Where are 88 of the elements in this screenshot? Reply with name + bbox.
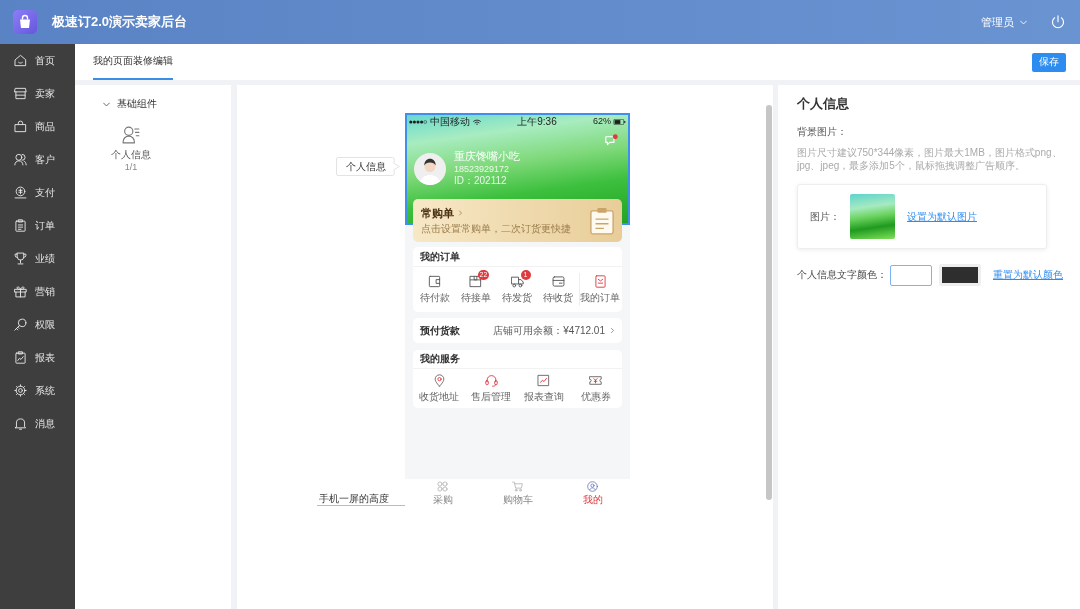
chart-clipboard-icon xyxy=(14,351,27,364)
reset-color-link[interactable]: 重置为默认颜色 xyxy=(993,269,1063,281)
component-name: 个人信息 xyxy=(111,149,151,161)
sidebar-item[interactable]: 客户 xyxy=(0,143,75,176)
sidebar-item[interactable]: 报表 xyxy=(0,341,75,374)
field-label: 图片： xyxy=(810,210,840,223)
color-swatch[interactable] xyxy=(939,264,981,286)
sidebar-item[interactable]: 卖家 xyxy=(0,77,75,110)
component-count: 1/1 xyxy=(124,162,138,173)
shopping-bag-icon xyxy=(14,120,27,133)
bell-icon xyxy=(14,417,27,430)
power-icon[interactable] xyxy=(1051,15,1065,29)
hint-text: 图片尺寸建议750*344像素，图片最大1MB，图片格式png、jpg、jpeg，最多添加5个，鼠标拖拽调整广告顺序。 xyxy=(797,146,1063,172)
sidebar-item[interactable]: 支付 xyxy=(0,176,75,209)
component-label: 个人信息 xyxy=(336,157,400,176)
headset-icon xyxy=(484,374,498,387)
prepaid-card[interactable]: 预付货款 店铺可用余额：¥4712.01 xyxy=(413,318,622,343)
sidebar-item[interactable]: 商品 xyxy=(0,110,75,143)
chat-icon[interactable] xyxy=(605,134,618,147)
field-label: 背景图片： xyxy=(797,126,848,138)
shop-icon xyxy=(14,87,27,100)
avatar-icon xyxy=(414,152,446,185)
sidebar-item[interactable]: 消息 xyxy=(0,407,75,440)
people-icon xyxy=(14,153,27,166)
grid-icon xyxy=(437,480,448,492)
battery-icon xyxy=(613,118,626,125)
service-item[interactable]: 优惠券 xyxy=(569,374,622,403)
panel-title: 个人信息 xyxy=(797,96,850,112)
card-title: 我的订单 xyxy=(420,250,460,263)
field-label: 个人信息文字颜色： xyxy=(797,269,887,281)
image-thumbnail[interactable] xyxy=(850,194,895,239)
logo-icon xyxy=(13,10,37,34)
battery-percent: 62% xyxy=(592,116,611,127)
app-title: 极速订2.0演示卖家后台 xyxy=(52,14,188,30)
order-status-item[interactable]: 待收货 xyxy=(537,267,579,312)
shop-id: ID：202112 xyxy=(454,175,508,187)
all-orders-item[interactable]: 我的订单 xyxy=(578,273,621,306)
sidebar-item[interactable]: 营销 xyxy=(0,275,75,308)
coin-icon xyxy=(14,186,27,199)
carrier-name: 中国移动 xyxy=(430,115,470,128)
user-list-icon xyxy=(121,126,141,144)
chart-icon xyxy=(537,374,551,387)
nav-tab[interactable]: 采购 xyxy=(405,479,480,506)
nav-tab[interactable]: 我的 xyxy=(555,479,630,506)
clipboard-icon xyxy=(590,205,614,236)
chevron-down-icon xyxy=(1020,18,1027,26)
service-item[interactable]: 售后管理 xyxy=(465,374,518,403)
cart-icon xyxy=(512,480,523,492)
sidebar-item[interactable]: 业绩 xyxy=(0,242,75,275)
color-input-field[interactable] xyxy=(890,264,932,286)
location-pin-icon xyxy=(432,374,446,387)
sidebar-item[interactable]: 订单 xyxy=(0,209,75,242)
trophy-icon xyxy=(14,252,27,265)
settings-icon xyxy=(14,384,27,397)
service-item[interactable]: 收货地址 xyxy=(413,374,466,403)
group-header[interactable]: 基础组件 xyxy=(103,98,157,110)
component-item[interactable]: 个人信息 1/1 xyxy=(103,126,159,173)
card-title: 预付货款 xyxy=(420,324,460,337)
document-icon xyxy=(593,275,607,288)
chevron-right-icon xyxy=(610,327,615,334)
phone-number: 18523929172 xyxy=(454,163,511,175)
truck-icon xyxy=(510,275,524,288)
card-title: 常购单 xyxy=(421,206,454,220)
chevron-right-icon xyxy=(458,210,463,216)
service-item[interactable]: 报表查询 xyxy=(517,374,570,403)
sidebar-item[interactable]: 首页 xyxy=(0,44,75,77)
ticket-icon xyxy=(589,374,603,387)
balance-text: 店铺可用余额：¥4712.01 xyxy=(493,324,605,337)
home-icon xyxy=(14,54,27,67)
scrollbar[interactable] xyxy=(766,105,772,500)
tab[interactable]: 我的页面装修编辑 xyxy=(93,44,173,80)
user-circle-icon xyxy=(587,480,598,492)
sidebar-item[interactable]: 权限 xyxy=(0,308,75,341)
nav-tab[interactable]: 购物车 xyxy=(480,479,555,506)
order-status-item[interactable]: 待付款 xyxy=(414,267,456,312)
card-icon xyxy=(551,275,565,288)
sidebar-item[interactable]: 系统 xyxy=(0,374,75,407)
gift-icon xyxy=(14,285,27,298)
set-default-image-link[interactable]: 设置为默认图片 xyxy=(907,210,977,223)
wifi-icon xyxy=(473,118,481,125)
box-icon xyxy=(469,275,483,288)
signal-icon xyxy=(409,119,427,124)
shop-name: 重庆馋嘴小吃 xyxy=(454,150,520,163)
status-time: 上午9:36 xyxy=(517,115,557,128)
clipboard-icon xyxy=(14,219,27,232)
card-title: 我的服务 xyxy=(420,353,460,365)
wallet-icon xyxy=(428,275,442,288)
key-icon xyxy=(14,318,27,331)
